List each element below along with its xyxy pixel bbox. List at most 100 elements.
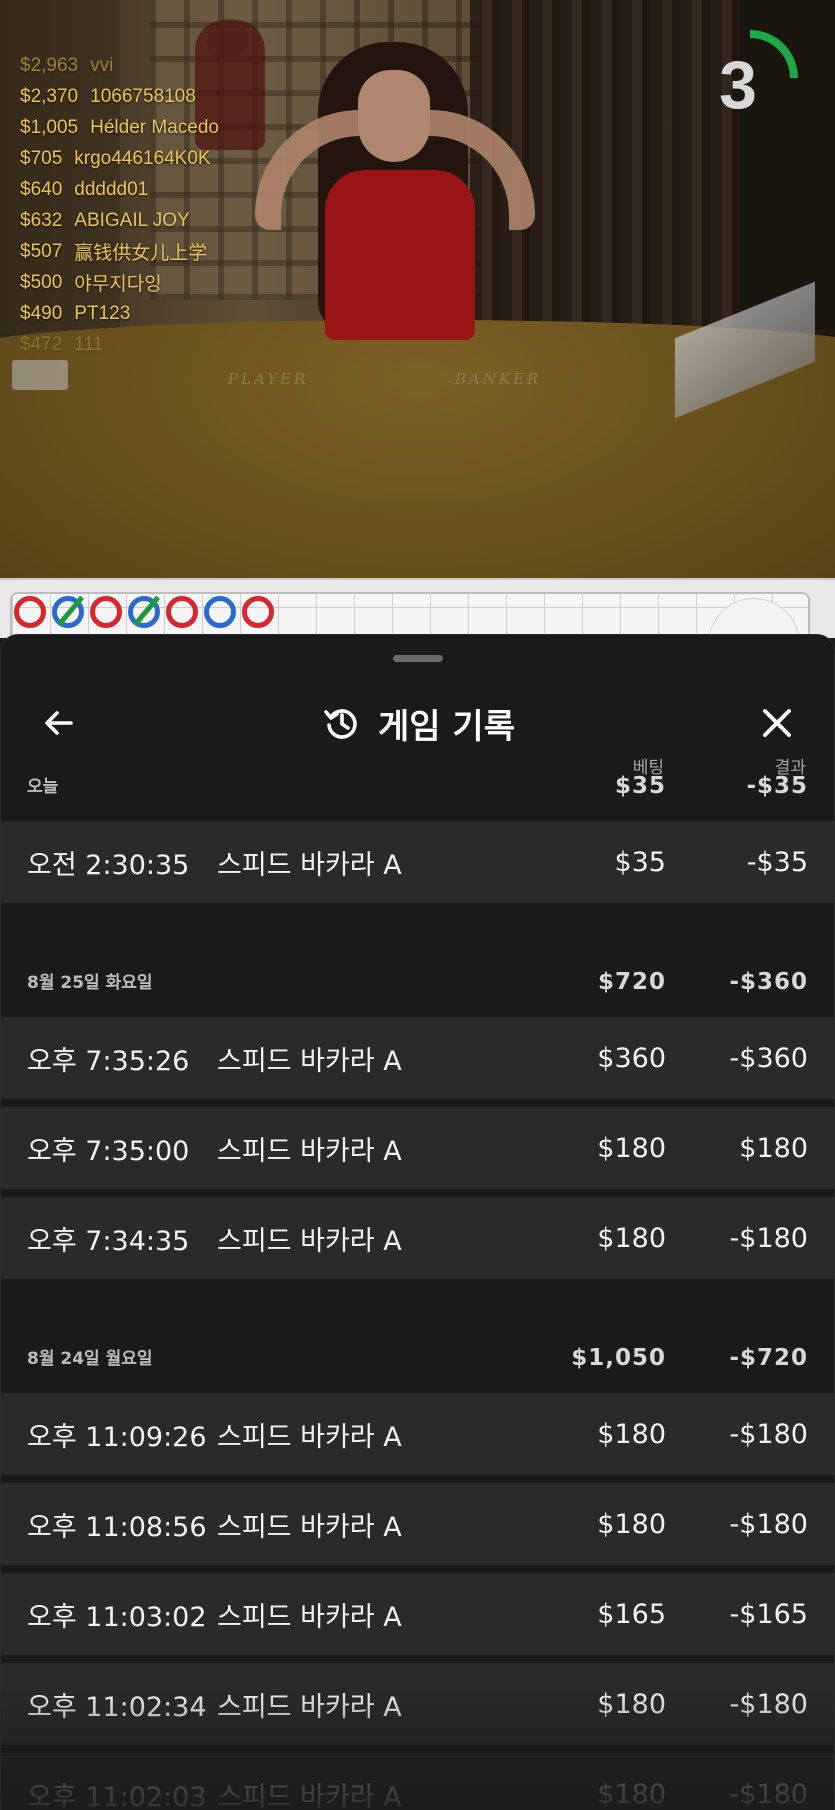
leaderboard-row: $1,005 Hélder Macedo [20, 112, 219, 143]
day-header: 8월 24일 월요일 $1,050 -$720 [1, 1327, 834, 1377]
history-row[interactable]: 오후 7:35:26 스피드 바카라 A $360 -$360 [1, 1017, 834, 1099]
row-result: -$360 [729, 1042, 808, 1074]
leaderboard-name: vvi [90, 54, 114, 76]
leaderboard-name: PT123 [74, 302, 131, 324]
row-time: 오후 11:02:03 [27, 1781, 207, 1810]
leaderboard-amount: $1,005 [20, 116, 79, 138]
row-game: 스피드 바카라 A [217, 1045, 402, 1077]
row-game: 스피드 바카라 A [217, 1781, 402, 1810]
row-time: 오후 7:35:00 [27, 1135, 190, 1167]
leaderboard-row: $2,963 vvi [20, 50, 219, 81]
row-time: 오후 7:35:26 [27, 1045, 190, 1077]
leaderboard-name: 赢钱供女儿上学 [74, 243, 208, 264]
row-bet: $180 [597, 1688, 666, 1720]
row-time: 오후 11:02:34 [27, 1691, 207, 1723]
leaderboard-amount: $632 [20, 209, 63, 231]
row-result: $180 [739, 1132, 808, 1164]
row-bet: $180 [597, 1508, 666, 1540]
row-bet: $35 [614, 846, 666, 878]
leaderboard-row: $2,370 1066758108 [20, 81, 219, 112]
day-bet-total: $720 [597, 969, 666, 995]
leaderboard-name: 야무지다잉 [74, 274, 162, 295]
timer-value: 3 [719, 47, 757, 123]
bead-blue-tie [128, 596, 160, 628]
row-time: 오후 11:09:26 [27, 1421, 207, 1453]
row-result: -$180 [729, 1688, 808, 1720]
bead-blue [204, 596, 236, 628]
leaderboard-amount: $507 [20, 240, 63, 262]
row-result: -$180 [729, 1778, 808, 1810]
bead-red [166, 596, 198, 628]
history-row[interactable]: 오후 7:34:35 스피드 바카라 A $180 -$180 [1, 1197, 834, 1279]
day-header: 오늘 $35 -$35 [1, 755, 834, 805]
leaderboard-name: Hélder Macedo [90, 116, 219, 138]
row-game: 스피드 바카라 A [217, 1601, 402, 1633]
leaderboard-name: 1066758108 [90, 85, 196, 107]
leaderboard-row: $490 PT123 [20, 298, 219, 329]
winners-leaderboard: $2,963 vvi $2,370 1066758108 $1,005 Hélder Ma… [20, 50, 219, 360]
row-bet: $360 [597, 1042, 666, 1074]
leaderboard-name: krgo446164K0K [74, 147, 211, 169]
day-result-total: -$360 [729, 969, 808, 995]
round-timer: 3 [700, 28, 800, 128]
leaderboard-amount: $705 [20, 147, 63, 169]
leaderboard-row: $640 ddddd01 [20, 174, 219, 205]
history-sheet: 게임 기록 베팅 결과 오늘 $35 -$35 오전 2:30:35 스피드 바카라 A… [0, 634, 835, 1810]
sheet-grabber[interactable] [393, 655, 443, 662]
leaderboard-row: $500 야무지다잉 [20, 267, 219, 298]
history-row[interactable]: 오후 7:35:00 스피드 바카라 A $180 $180 [1, 1107, 834, 1189]
row-bet: $180 [597, 1778, 666, 1810]
day-bet-total: $35 [614, 773, 666, 799]
leaderboard-amount: $490 [20, 302, 63, 324]
leaderboard-name: ddddd01 [74, 178, 149, 200]
close-icon [763, 709, 791, 737]
day-result-total: -$35 [746, 773, 808, 799]
close-button[interactable] [745, 691, 809, 755]
leaderboard-row: $705 krgo446164K0K [20, 143, 219, 174]
row-game: 스피드 바카라 A [217, 1225, 402, 1257]
leaderboard-amount: $2,963 [20, 54, 79, 76]
row-game: 스피드 바카라 A [217, 1691, 402, 1723]
leaderboard-amount: $2,370 [20, 85, 79, 107]
day-header: 8월 25일 화요일 $720 -$360 [1, 951, 834, 1001]
bead-red [242, 596, 274, 628]
live-video: PLAYER BANKER $2,963 vvi $2,370 1066758108 $… [0, 0, 835, 578]
leaderboard-row: $507 赢钱供女儿上学 [20, 236, 219, 267]
row-bet: $165 [597, 1598, 666, 1630]
day-label: 8월 24일 월요일 [27, 1349, 153, 1369]
history-clock-icon [324, 709, 357, 739]
history-row[interactable]: 오후 11:09:26 스피드 바카라 A $180 -$180 [1, 1393, 834, 1475]
leaderboard-row: $632 ABIGAIL JOY [20, 205, 219, 236]
page-title: 게임 기록 [378, 706, 515, 747]
leaderboard-amount: $472 [20, 333, 63, 355]
history-row[interactable]: 오전 2:30:35 스피드 바카라 A $35 -$35 [1, 821, 834, 903]
row-game: 스피드 바카라 A [217, 1511, 402, 1543]
row-game: 스피드 바카라 A [217, 849, 402, 881]
row-result: -$180 [729, 1222, 808, 1254]
history-row[interactable]: 오후 11:03:02 스피드 바카라 A $165 -$165 [1, 1573, 834, 1655]
history-row[interactable]: 오후 11:02:34 스피드 바카라 A $180 -$180 [1, 1663, 834, 1745]
leaderboard-amount: $500 [20, 271, 63, 293]
row-bet: $180 [597, 1418, 666, 1450]
row-time: 오전 2:30:35 [27, 849, 190, 881]
row-bet: $180 [597, 1132, 666, 1164]
row-time: 오후 7:34:35 [27, 1225, 190, 1257]
day-result-total: -$720 [729, 1345, 808, 1371]
day-label: 8월 25일 화요일 [27, 973, 153, 993]
leaderboard-row: $472 111 [20, 329, 219, 360]
day-bet-total: $1,050 [571, 1345, 666, 1371]
history-row[interactable]: 오후 11:08:56 스피드 바카라 A $180 -$180 [1, 1483, 834, 1565]
leaderboard-name: 111 [74, 333, 104, 355]
sheet-title: 게임 기록 [1, 693, 834, 753]
row-time: 오후 11:03:02 [27, 1601, 207, 1633]
row-bet: $180 [597, 1222, 666, 1254]
bead-red [14, 596, 46, 628]
row-time: 오후 11:08:56 [27, 1511, 207, 1543]
row-result: -$165 [729, 1598, 808, 1630]
row-result: -$180 [729, 1508, 808, 1540]
row-game: 스피드 바카라 A [217, 1421, 402, 1453]
leaderboard-amount: $640 [20, 178, 63, 200]
row-game: 스피드 바카라 A [217, 1135, 402, 1167]
bead-red [90, 596, 122, 628]
history-row[interactable]: 오후 11:02:03 스피드 바카라 A $180 -$180 [1, 1753, 834, 1810]
